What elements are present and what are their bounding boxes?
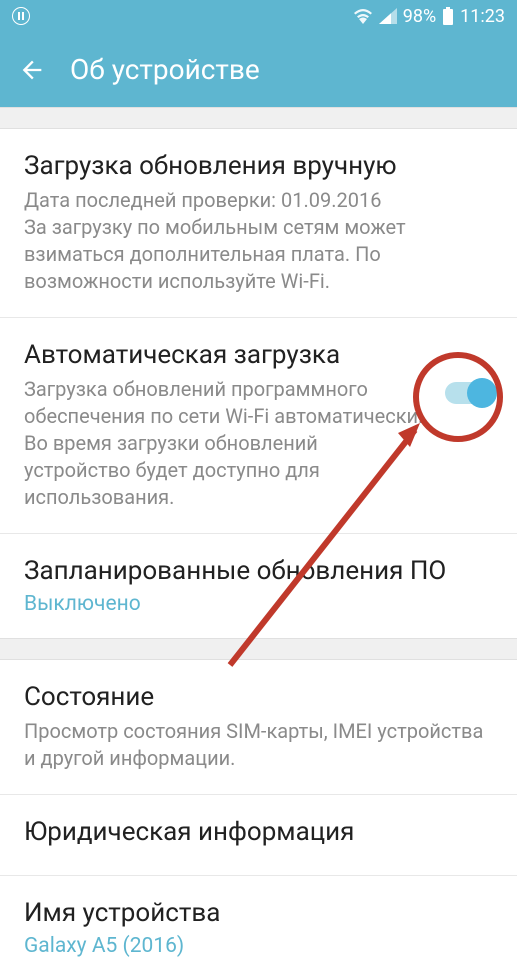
scheduled-updates-title: Запланированные обновления ПО	[24, 556, 493, 586]
signal-icon	[379, 8, 397, 24]
toggle-knob	[467, 378, 497, 408]
scheduled-updates-value: Выключено	[24, 592, 493, 616]
content-2: Состояние Просмотр состояния SIM-карты, …	[0, 660, 517, 980]
section-gap	[0, 107, 517, 129]
auto-download-title: Автоматическая загрузка	[24, 340, 429, 370]
status-right: 98% 11:23	[353, 6, 505, 27]
auto-download-toggle[interactable]	[445, 382, 493, 404]
legal-info-item[interactable]: Юридическая информация	[0, 795, 517, 876]
clock: 11:23	[460, 6, 505, 27]
status-item[interactable]: Состояние Просмотр состояния SIM-карты, …	[0, 660, 517, 795]
back-icon[interactable]	[18, 56, 46, 84]
battery-icon	[442, 7, 454, 25]
manual-download-desc: Дата последней проверки: 01.09.2016 За з…	[24, 187, 493, 295]
status-title: Состояние	[24, 682, 493, 712]
device-name-value: Galaxy A5 (2016)	[24, 934, 493, 958]
status-desc: Просмотр состояния SIM-карты, IMEI устро…	[24, 718, 493, 772]
legal-info-title: Юридическая информация	[24, 817, 493, 847]
wifi-icon	[353, 8, 373, 24]
pause-icon	[12, 7, 30, 25]
page-title: Об устройстве	[70, 53, 260, 86]
manual-download-title: Загрузка обновления вручную	[24, 151, 493, 181]
manual-download-item[interactable]: Загрузка обновления вручную Дата последн…	[0, 129, 517, 318]
app-bar: Об устройстве	[0, 32, 517, 107]
auto-download-desc: Загрузка обновлений программного обеспеч…	[24, 376, 429, 511]
auto-download-item[interactable]: Автоматическая загрузка Загрузка обновле…	[0, 318, 517, 534]
content: Загрузка обновления вручную Дата последн…	[0, 129, 517, 638]
device-name-item[interactable]: Имя устройства Galaxy A5 (2016)	[0, 876, 517, 980]
scheduled-updates-item[interactable]: Запланированные обновления ПО Выключено	[0, 534, 517, 638]
battery-percent: 98%	[403, 6, 436, 27]
status-bar: 98% 11:23	[0, 0, 517, 32]
section-gap	[0, 638, 517, 660]
device-name-title: Имя устройства	[24, 898, 493, 928]
status-left	[12, 7, 30, 25]
